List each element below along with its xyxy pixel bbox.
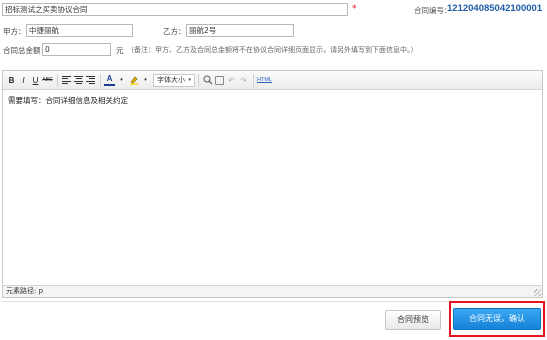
bold-button[interactable]: B — [6, 73, 17, 88]
editor-toolbar: B I U ABC A ▾ ▾ 字体大小 ▾ ↶ ↷ HTML — [3, 71, 542, 90]
amount-note: （备注：甲方、乙方及合同总金额将不在协议合同详细页面显示，请另外填写到下面信息中… — [127, 46, 418, 54]
font-size-select[interactable]: 字体大小 ▾ — [153, 73, 195, 87]
contract-title-input[interactable]: 招标测试之买卖协议合同 — [2, 3, 348, 16]
amount-input[interactable]: 0 — [42, 43, 111, 56]
preview-button[interactable]: 合同预览 — [385, 310, 441, 330]
rich-text-editor: B I U ABC A ▾ ▾ 字体大小 ▾ ↶ ↷ HTML 需要填写：合同详… — [2, 70, 543, 298]
align-center-icon — [74, 76, 83, 84]
confirm-button[interactable]: 合同无误，确认 — [453, 308, 541, 330]
html-source-button[interactable]: HTML — [257, 73, 272, 88]
contract-no-label: 合同编号： — [414, 6, 452, 15]
party-a-label: 甲方： — [3, 27, 26, 36]
chevron-down-icon: ▾ — [188, 76, 191, 83]
highlight-dropdown-icon[interactable]: ▾ — [140, 73, 151, 88]
party-b-input[interactable]: 丽航2号 — [186, 24, 294, 37]
align-right-button[interactable] — [85, 73, 96, 88]
party-a-input[interactable]: 中捷丽航 — [26, 24, 133, 37]
insert-image-button[interactable] — [214, 73, 225, 88]
toolbar-divider — [57, 73, 58, 87]
align-right-icon — [86, 76, 95, 84]
font-size-label: 字体大小 — [157, 75, 185, 84]
resize-handle-icon[interactable] — [534, 289, 541, 296]
eraser-button[interactable] — [202, 73, 213, 88]
align-left-button[interactable] — [61, 73, 72, 88]
underline-button[interactable]: U — [30, 73, 41, 88]
party-b-label: 乙方： — [163, 27, 186, 36]
redo-icon: ↷ — [240, 75, 247, 85]
font-color-button[interactable]: A — [104, 74, 115, 86]
toolbar-divider — [253, 73, 254, 87]
align-left-icon — [62, 76, 71, 84]
italic-button[interactable]: I — [18, 73, 29, 88]
editor-status-bar: 元素路径: p — [3, 285, 542, 297]
highlight-pen-icon — [129, 76, 138, 85]
toolbar-divider — [198, 73, 199, 87]
amount-unit: 元 — [116, 46, 124, 55]
highlight-button[interactable] — [128, 73, 139, 88]
contract-no-value: 121204085042100001 — [447, 3, 543, 14]
font-color-dropdown-icon[interactable]: ▾ — [116, 73, 127, 88]
element-path-text: 元素路径: p — [6, 287, 44, 295]
toolbar-divider — [100, 73, 101, 87]
align-center-button[interactable] — [73, 73, 84, 88]
redo-button[interactable]: ↷ — [238, 73, 249, 88]
editor-content[interactable]: 需要填写：合同详细信息及相关约定 — [8, 95, 128, 106]
undo-icon: ↶ — [228, 75, 235, 85]
image-icon — [215, 75, 224, 85]
required-mark: * — [352, 4, 357, 14]
undo-button[interactable]: ↶ — [226, 73, 237, 88]
eraser-icon — [203, 75, 212, 85]
strikethrough-button[interactable]: ABC — [42, 73, 53, 88]
